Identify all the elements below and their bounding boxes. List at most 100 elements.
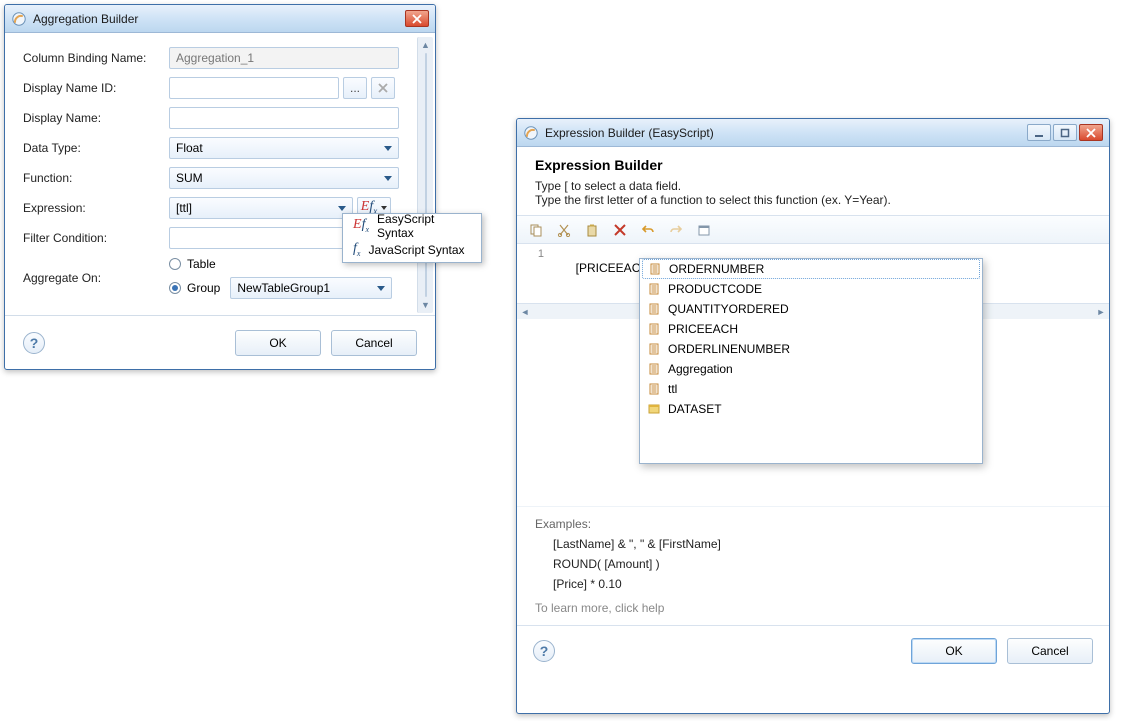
aggregate-table-radio[interactable] — [169, 258, 181, 270]
expr-close-button[interactable] — [1079, 124, 1103, 141]
column-icon — [648, 343, 660, 355]
suggestion-label: Aggregation — [668, 362, 733, 376]
function-combo[interactable]: SUM — [169, 167, 399, 189]
display-id-input[interactable] — [169, 77, 339, 99]
scroll-up-icon[interactable]: ▲ — [420, 39, 432, 51]
agg-titlebar[interactable]: Aggregation Builder — [5, 5, 435, 33]
suggestion-column[interactable]: ORDERNUMBER — [642, 259, 980, 279]
label-function: Function: — [23, 171, 163, 185]
calendar-icon[interactable] — [695, 221, 713, 239]
redo-icon[interactable] — [667, 221, 685, 239]
binding-name-input[interactable] — [169, 47, 399, 69]
expr-heading: Expression Builder — [535, 157, 1091, 173]
agg-body: Column Binding Name: Display Name ID: ..… — [5, 33, 435, 309]
examples-label: Examples: — [535, 517, 1091, 531]
aggregate-table-label: Table — [187, 257, 216, 271]
label-filter: Filter Condition: — [23, 231, 163, 245]
suggestion-label: ttl — [668, 382, 677, 396]
label-display-name: Display Name: — [23, 111, 163, 125]
suggestion-column[interactable]: Aggregation — [640, 359, 982, 379]
suggestion-label: PRODUCTCODE — [668, 282, 762, 296]
agg-vertical-scrollbar[interactable]: ▲ ▼ — [417, 37, 433, 313]
agg-cancel-button[interactable]: Cancel — [331, 330, 417, 356]
example-2: ROUND( [Amount] ) — [553, 557, 1091, 571]
learn-more-text: To learn more, click help — [535, 601, 1091, 615]
column-icon — [648, 383, 660, 395]
expression-code[interactable]: [PRICEEACH]*[ ORDERNUMBERPRODUCTCODEQUAN… — [549, 244, 1097, 303]
column-icon — [648, 303, 660, 315]
agg-close-button[interactable] — [405, 10, 429, 27]
label-binding: Column Binding Name: — [23, 51, 163, 65]
suggestion-label: DATASET — [668, 402, 722, 416]
expression-builder-window: Expression Builder (EasyScript) Expressi… — [516, 118, 1110, 714]
expr-minimize-button[interactable] — [1027, 124, 1051, 141]
expr-hint-2: Type the first letter of a function to s… — [535, 193, 1091, 207]
label-data-type: Data Type: — [23, 141, 163, 155]
aggregate-group-label: Group — [187, 281, 220, 295]
label-display-id: Display Name ID: — [23, 81, 163, 95]
fx-syntax-menu: Efx EasyScript Syntax fx JavaScript Synt… — [342, 213, 482, 263]
example-3: [Price] * 0.10 — [553, 577, 1091, 591]
suggestion-label: QUANTITYORDERED — [668, 302, 789, 316]
suggestion-dataset[interactable]: DATASET — [640, 399, 982, 419]
column-icon — [649, 263, 661, 275]
editor-wrap: 1 [PRICEEACH]*[ ORDERNUMBERPRODUCTCODEQU… — [517, 244, 1109, 506]
copy-icon[interactable] — [527, 221, 545, 239]
agg-ok-button[interactable]: OK — [235, 330, 321, 356]
expr-title: Expression Builder (EasyScript) — [545, 126, 1021, 140]
expr-maximize-button[interactable] — [1053, 124, 1077, 141]
suggestion-column[interactable]: PRICEEACH — [640, 319, 982, 339]
group-combo[interactable]: NewTableGroup1 — [230, 277, 392, 299]
cut-icon[interactable] — [555, 221, 573, 239]
expr-cancel-button[interactable]: Cancel — [1007, 638, 1093, 664]
clear-display-id-button[interactable] — [371, 77, 395, 99]
suggestion-column[interactable]: ORDERLINENUMBER — [640, 339, 982, 359]
undo-icon[interactable] — [639, 221, 657, 239]
app-icon — [11, 11, 27, 27]
expr-titlebar[interactable]: Expression Builder (EasyScript) — [517, 119, 1109, 147]
aggregation-builder-window: Aggregation Builder Column Binding Name:… — [4, 4, 436, 370]
column-icon — [648, 363, 660, 375]
scroll-left-icon[interactable]: ◄ — [519, 307, 531, 317]
expr-help-button[interactable]: ? — [533, 640, 555, 662]
column-icon — [648, 323, 660, 335]
gutter: 1 — [529, 244, 549, 303]
suggestion-label: PRICEEACH — [668, 322, 738, 336]
aggregate-group-radio[interactable] — [169, 282, 181, 294]
agg-help-button[interactable]: ? — [23, 332, 45, 354]
data-type-combo[interactable]: Float — [169, 137, 399, 159]
expr-header: Expression Builder Type [ to select a da… — [517, 147, 1109, 216]
agg-title: Aggregation Builder — [33, 12, 399, 26]
display-name-input[interactable] — [169, 107, 399, 129]
expr-ok-button[interactable]: OK — [911, 638, 997, 664]
paste-icon[interactable] — [583, 221, 601, 239]
expression-editor[interactable]: 1 [PRICEEACH]*[ ORDERNUMBERPRODUCTCODEQU… — [517, 244, 1109, 303]
delete-icon[interactable] — [611, 221, 629, 239]
example-1: [LastName] & ", " & [FirstName] — [553, 537, 1091, 551]
app-icon — [523, 125, 539, 141]
dataset-icon — [648, 403, 660, 415]
suggestion-column[interactable]: QUANTITYORDERED — [640, 299, 982, 319]
scroll-down-icon[interactable]: ▼ — [420, 299, 432, 311]
column-icon — [648, 283, 660, 295]
agg-footer: ? OK Cancel — [5, 315, 435, 369]
suggestion-label: ORDERNUMBER — [669, 262, 764, 276]
label-expression: Expression: — [23, 201, 163, 215]
easyscript-icon: Efx — [353, 218, 369, 234]
fx-menu-easyscript[interactable]: Efx EasyScript Syntax — [343, 214, 481, 238]
suggestion-column[interactable]: ttl — [640, 379, 982, 399]
examples-section: Examples: [LastName] & ", " & [FirstName… — [517, 506, 1109, 625]
fx-menu-javascript[interactable]: fx JavaScript Syntax — [343, 238, 481, 262]
expr-footer: ? OK Cancel — [517, 625, 1109, 675]
expr-hint-1: Type [ to select a data field. — [535, 179, 1091, 193]
javascript-icon: fx — [353, 242, 360, 258]
filter-input[interactable] — [169, 227, 353, 249]
browse-display-id-button[interactable]: ... — [343, 77, 367, 99]
expr-toolbar — [517, 216, 1109, 244]
suggestion-column[interactable]: PRODUCTCODE — [640, 279, 982, 299]
label-aggregate-on: Aggregate On: — [23, 271, 163, 285]
suggestion-label: ORDERLINENUMBER — [668, 342, 790, 356]
autocomplete-popup: ORDERNUMBER PRODUCTCODE QUANTITYORDERED PRI… — [639, 258, 983, 464]
scroll-right-icon[interactable]: ► — [1095, 307, 1107, 317]
expression-combo[interactable]: [ttl] — [169, 197, 353, 219]
